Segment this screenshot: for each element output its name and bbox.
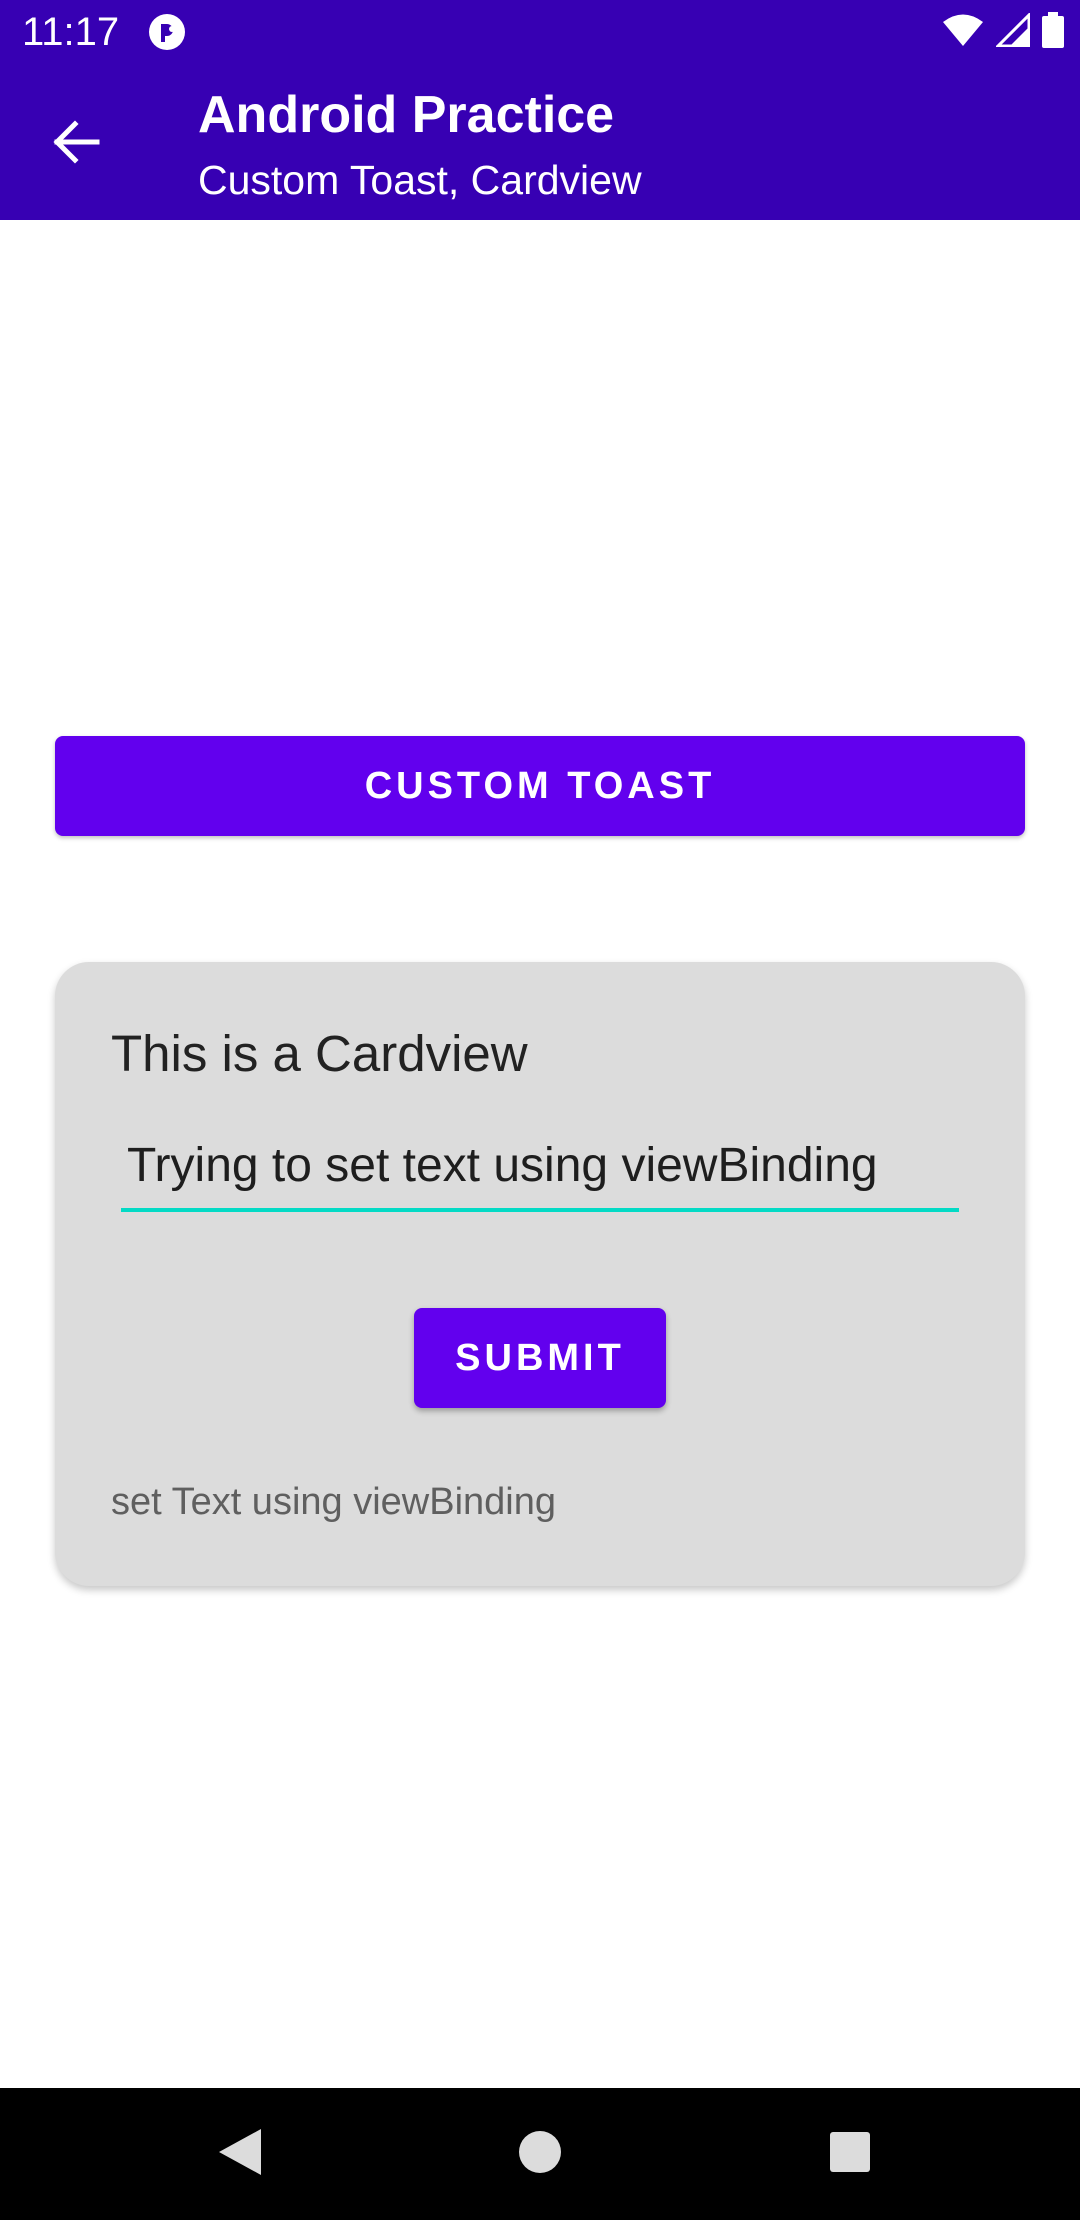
nav-back-button[interactable] (200, 2114, 280, 2194)
card-title: This is a Cardview (111, 1025, 528, 1082)
cardview: This is a Cardview Trying to set text us… (55, 962, 1025, 1586)
status-bar: 11:17 (0, 0, 1080, 63)
submit-button[interactable]: SUBMIT (414, 1308, 666, 1408)
status-icons (942, 10, 1064, 53)
nav-home-button[interactable] (500, 2114, 580, 2194)
nav-recents-button[interactable] (810, 2114, 890, 2194)
app-title: Android Practice (198, 86, 615, 144)
arrow-back-icon (53, 119, 101, 169)
recents-square-icon (829, 2131, 871, 2178)
signal-icon (994, 10, 1031, 52)
text-input-field[interactable]: Trying to set text using viewBinding (121, 1136, 959, 1212)
app-notification-icon (148, 13, 186, 51)
battery-icon (1042, 11, 1064, 53)
app-bar: Android Practice Custom Toast, Cardview (0, 63, 1080, 220)
back-button[interactable] (36, 111, 118, 177)
wifi-icon (942, 13, 984, 52)
custom-toast-button[interactable]: CUSTOM TOAST (55, 736, 1025, 836)
home-circle-icon (518, 2130, 562, 2179)
back-triangle-icon (217, 2127, 263, 2182)
navigation-bar (0, 2088, 1080, 2220)
status-time: 11:17 (22, 10, 120, 54)
app-subtitle: Custom Toast, Cardview (198, 157, 642, 203)
result-text: set Text using viewBinding (111, 1481, 556, 1523)
